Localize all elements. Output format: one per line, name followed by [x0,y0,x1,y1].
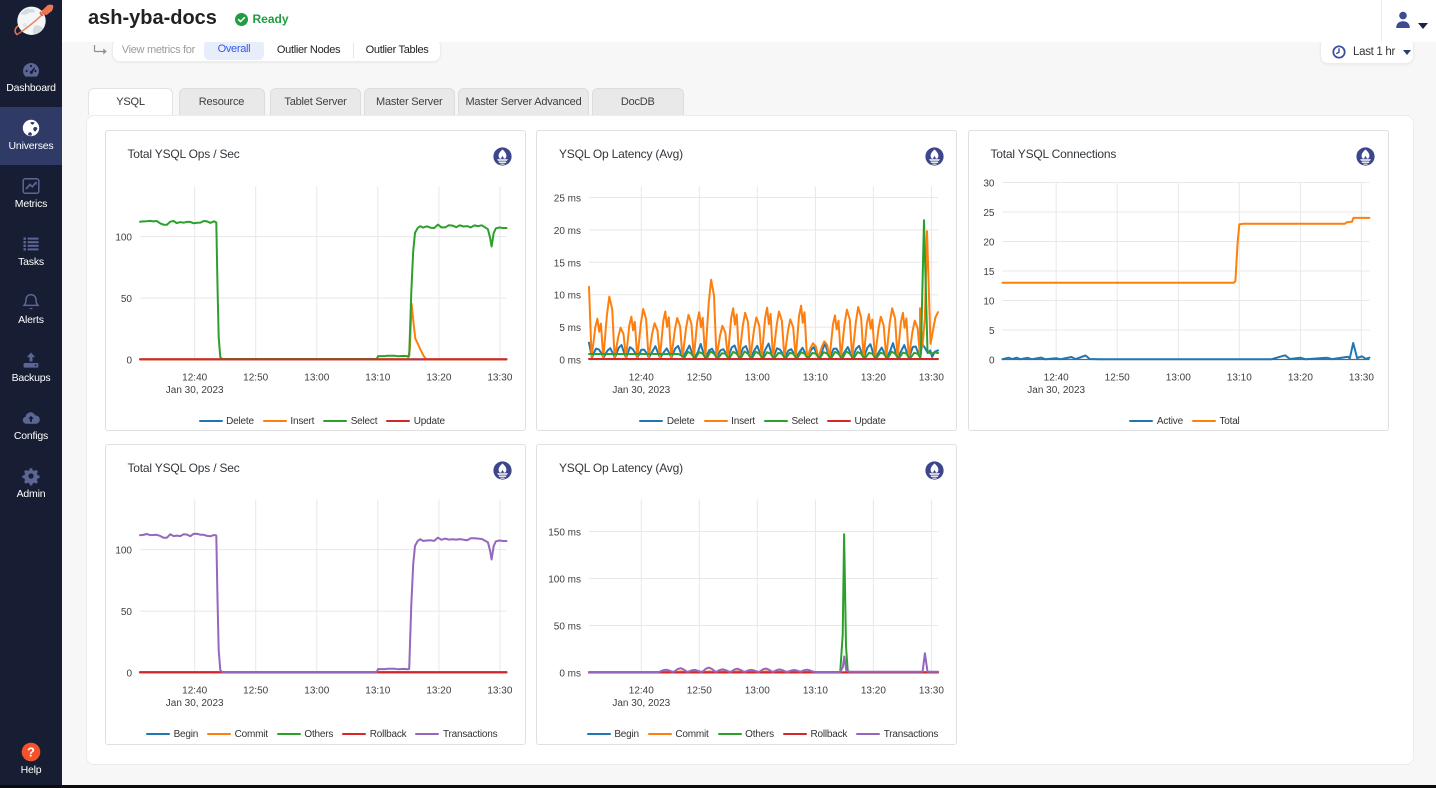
svg-text:13:20: 13:20 [861,685,886,696]
svg-text:0 ms: 0 ms [559,355,581,366]
svg-text:13:00: 13:00 [745,685,770,696]
svg-text:13:20: 13:20 [1287,372,1312,383]
svg-text:13:30: 13:30 [487,372,512,383]
svg-text:13:10: 13:10 [803,372,828,383]
svg-text:13:20: 13:20 [861,372,886,383]
svg-text:5: 5 [988,326,994,337]
svg-text:12:40: 12:40 [182,372,207,383]
svg-text:100: 100 [115,545,132,556]
svg-text:0: 0 [988,355,994,366]
svg-text:13:10: 13:10 [365,372,390,383]
svg-text:13:30: 13:30 [919,372,944,383]
svg-text:12:50: 12:50 [243,685,268,696]
svg-text:12:50: 12:50 [687,372,712,383]
svg-text:0: 0 [126,668,132,679]
svg-text:50: 50 [120,607,132,618]
svg-text:100 ms: 100 ms [548,574,581,585]
svg-text:15: 15 [983,267,995,278]
svg-text:Jan 30, 2023: Jan 30, 2023 [1027,385,1085,396]
svg-text:150 ms: 150 ms [548,527,581,538]
svg-text:12:40: 12:40 [629,685,654,696]
svg-text:13:10: 13:10 [365,685,390,696]
svg-text:12:50: 12:50 [687,685,712,696]
svg-text:13:30: 13:30 [919,685,944,696]
svg-text:Jan 30, 2023: Jan 30, 2023 [165,385,223,396]
svg-text:20 ms: 20 ms [554,225,581,236]
svg-text:13:20: 13:20 [426,685,451,696]
svg-text:13:30: 13:30 [1348,372,1373,383]
svg-text:0 ms: 0 ms [559,668,581,679]
svg-text:30: 30 [983,178,995,189]
svg-text:13:00: 13:00 [1165,372,1190,383]
svg-text:20: 20 [983,237,995,248]
svg-text:Jan 30, 2023: Jan 30, 2023 [165,698,223,709]
svg-text:12:40: 12:40 [1043,372,1068,383]
svg-text:?: ? [27,745,35,760]
svg-text:15 ms: 15 ms [554,258,581,269]
svg-text:13:00: 13:00 [304,372,329,383]
svg-text:0: 0 [126,355,132,366]
svg-text:Jan 30, 2023: Jan 30, 2023 [612,698,670,709]
svg-text:13:00: 13:00 [745,372,770,383]
svg-text:13:30: 13:30 [487,685,512,696]
svg-text:100: 100 [115,232,132,243]
svg-text:13:10: 13:10 [1226,372,1251,383]
svg-text:12:50: 12:50 [1104,372,1129,383]
svg-text:Jan 30, 2023: Jan 30, 2023 [612,385,670,396]
svg-text:25: 25 [983,208,995,219]
svg-text:13:20: 13:20 [426,372,451,383]
svg-text:5 ms: 5 ms [559,323,581,334]
svg-text:12:50: 12:50 [243,372,268,383]
svg-text:12:40: 12:40 [629,372,654,383]
svg-text:10 ms: 10 ms [554,290,581,301]
svg-text:12:40: 12:40 [182,685,207,696]
svg-text:25 ms: 25 ms [554,193,581,204]
svg-text:50 ms: 50 ms [554,621,581,632]
svg-text:50: 50 [120,294,132,305]
svg-text:13:00: 13:00 [304,685,329,696]
svg-text:13:10: 13:10 [803,685,828,696]
svg-text:10: 10 [983,296,995,307]
